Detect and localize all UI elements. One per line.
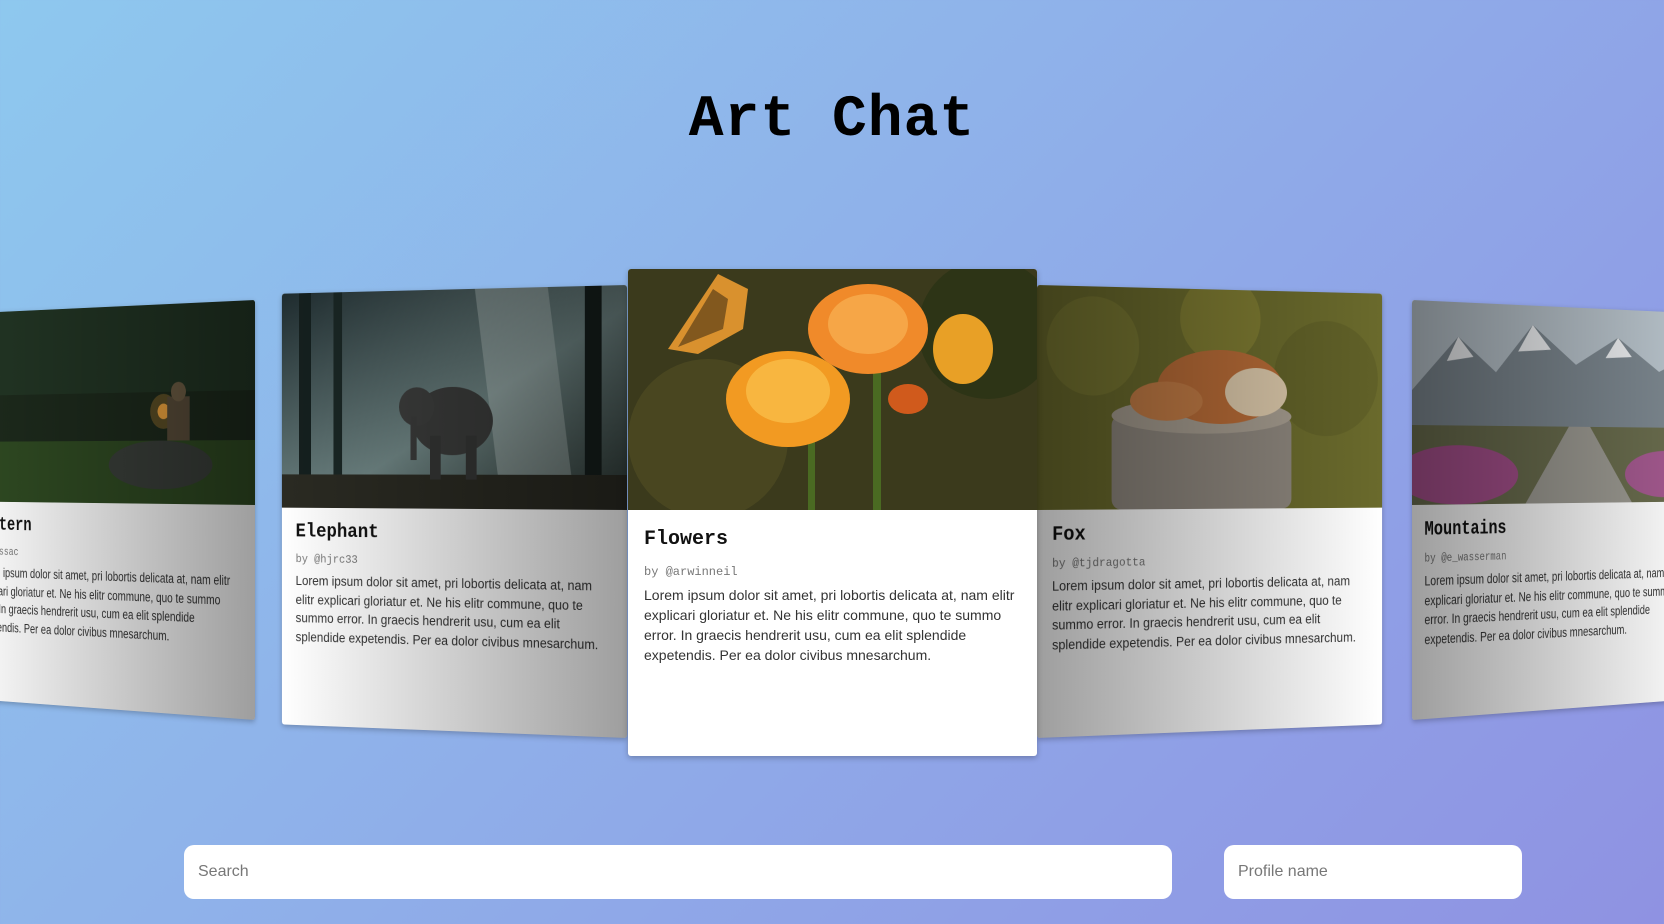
card-description: Lorem ipsum dolor sit amet, pri lobortis… xyxy=(295,573,599,652)
card-title: Mountains xyxy=(1424,517,1507,542)
art-carousel: Lantern olanissac Lorem ipsum dolor sit … xyxy=(0,0,1664,924)
card-title: Fox xyxy=(1052,523,1086,547)
card-author[interactable]: by @e_wasserman xyxy=(1424,545,1664,566)
art-card[interactable]: Mountains by @e_wasserman Lorem ipsum do… xyxy=(1412,300,1664,720)
card-author[interactable]: by @hjrc33 xyxy=(296,553,612,571)
art-card[interactable]: Fox by @tjdragotta Lorem ipsum dolor sit… xyxy=(1037,285,1383,738)
flowers-with-butterfly-image xyxy=(628,269,1037,510)
card-description: Lorem ipsum dolor sit amet, pri lobortis… xyxy=(1052,573,1356,653)
card-description: Lorem ipsum dolor sit amet, pri lobortis… xyxy=(644,587,1015,663)
art-card[interactable]: Elephant by @hjrc33 Lorem ipsum dolor si… xyxy=(281,285,627,738)
profile-name-input[interactable] xyxy=(1224,845,1522,899)
art-card-active[interactable]: Flowers by @arwinneil Lorem ipsum dolor … xyxy=(628,269,1037,756)
card-description: Lorem ipsum dolor sit amet, pri lobortis… xyxy=(1424,565,1664,647)
boy-with-lantern-image xyxy=(0,300,255,505)
search-input[interactable] xyxy=(184,845,1172,899)
sleeping-fox-image xyxy=(1037,285,1383,510)
mountain-path-image xyxy=(1412,300,1664,505)
card-author[interactable]: olanissac xyxy=(0,545,243,566)
card-author[interactable]: by @tjdragotta xyxy=(1052,553,1368,571)
card-author[interactable]: by @arwinneil xyxy=(644,565,1021,579)
card-title: Flowers xyxy=(644,528,729,551)
card-title: Elephant xyxy=(295,521,379,544)
art-card[interactable]: Lantern olanissac Lorem ipsum dolor sit … xyxy=(0,300,255,720)
elephant-in-forest-image xyxy=(281,285,627,510)
card-title: Lantern xyxy=(0,514,32,537)
card-description: Lorem ipsum dolor sit amet, pri lobortis… xyxy=(0,565,231,643)
